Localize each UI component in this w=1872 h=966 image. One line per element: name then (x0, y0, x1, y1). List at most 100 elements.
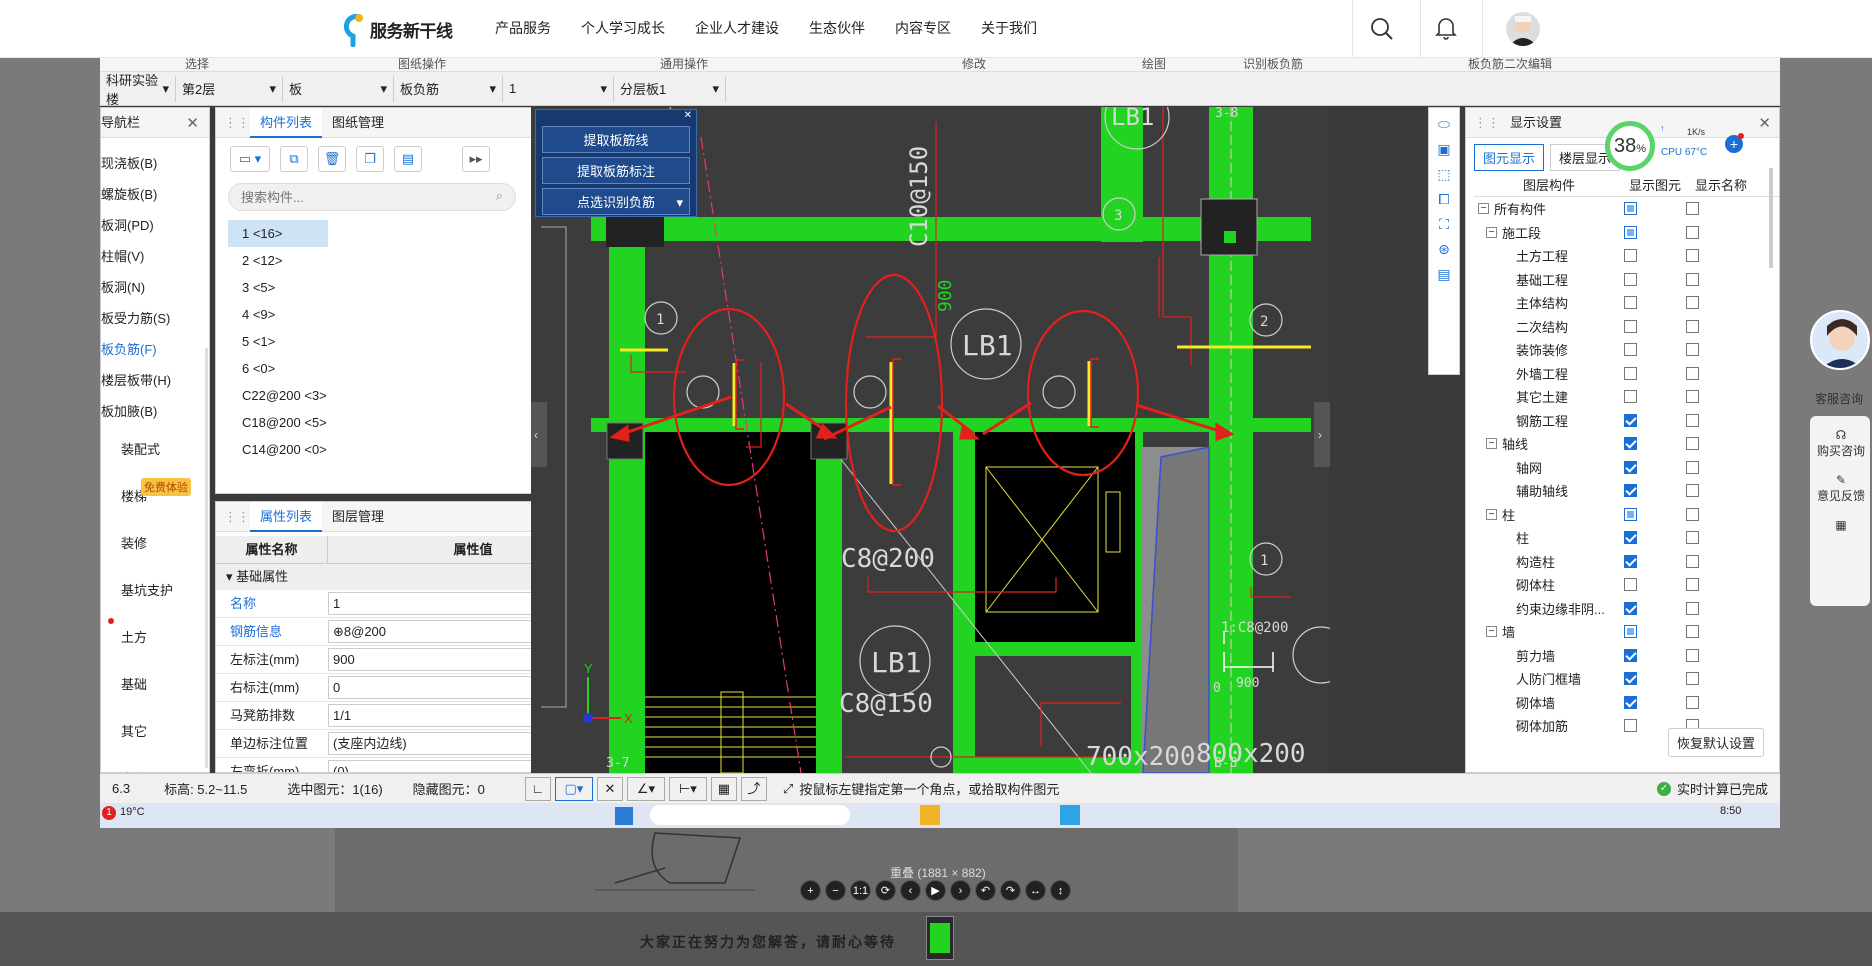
element-select[interactable]: 1 ▾ (503, 75, 614, 102)
bell-icon[interactable] (1434, 15, 1458, 44)
view-2d-icon[interactable]: ▣ (1437, 141, 1450, 158)
view-3d-icon[interactable]: ⬚ (1437, 166, 1450, 183)
show-name-checkbox[interactable] (1686, 272, 1699, 286)
purchase-consult-button[interactable]: ☊ 购买咨询 (1810, 428, 1872, 459)
avatar[interactable] (1506, 12, 1540, 46)
cad-canvas[interactable]: 1 2 1 3 LB1 LB1 LB1 C8@200 C8@150 700x20… (531, 107, 1330, 773)
component-item[interactable]: 5 <1> (228, 328, 528, 355)
show-element-checkbox[interactable] (1624, 343, 1637, 357)
qrcode-icon[interactable]: ▦ (1810, 518, 1872, 532)
category-decoration[interactable]: 装修 (121, 520, 201, 567)
show-name-checkbox[interactable] (1686, 319, 1699, 333)
show-name-checkbox[interactable] (1686, 249, 1699, 263)
nav-item-spiral-slab[interactable]: 螺旋板(B) (101, 179, 209, 210)
show-element-checkbox[interactable] (1624, 672, 1637, 686)
pick-identify-negative-rebar-button[interactable]: 点选识别负筋 ▾ (542, 188, 690, 215)
show-element-checkbox[interactable] (1624, 413, 1637, 427)
tab-drawing-manage[interactable]: 图纸管理 (322, 108, 394, 138)
feedback-button[interactable]: ✎ 意见反馈 (1810, 473, 1872, 504)
reset-icon[interactable]: ⟳ (875, 880, 896, 901)
ribbon-group[interactable]: 板负筋二次编辑 (1468, 58, 1552, 72)
rotate-left-icon[interactable]: ↶ (975, 880, 996, 901)
show-element-checkbox[interactable] (1624, 272, 1637, 286)
search-icon[interactable]: ⌕ (496, 188, 503, 204)
search-input[interactable] (229, 184, 469, 210)
filter-icon[interactable]: ▤ (394, 146, 422, 172)
component-item[interactable]: C18@200 <5> (228, 409, 528, 436)
element-type-select[interactable]: 板负筋 ▾ (394, 75, 503, 102)
nav-item[interactable]: 内容专区 (895, 18, 951, 38)
nav-item[interactable]: 个人学习成长 (581, 18, 665, 38)
scrollbar[interactable] (1769, 168, 1773, 268)
show-element-checkbox[interactable] (1624, 319, 1637, 333)
show-element-checkbox[interactable] (1624, 554, 1637, 568)
nav-item[interactable]: 生态伙伴 (809, 18, 865, 38)
zoom-out-icon[interactable]: − (825, 880, 846, 901)
component-item[interactable]: 1 <16> (228, 220, 328, 247)
show-name-checkbox[interactable] (1686, 413, 1699, 427)
flip-vertical-icon[interactable]: ↕ (1050, 880, 1071, 901)
close-icon[interactable]: ✕ (186, 114, 199, 132)
category-prefab[interactable]: 装配式 (121, 426, 201, 473)
customer-service-label[interactable]: 客服咨询 (1808, 390, 1870, 407)
show-name-checkbox[interactable] (1686, 343, 1699, 357)
ribbon-group[interactable]: 选择 (185, 58, 209, 72)
tab-property-list[interactable]: 属性列表 (250, 502, 323, 532)
show-name-checkbox[interactable] (1686, 225, 1699, 239)
scrollbar[interactable] (205, 348, 208, 768)
nav-item-slab-band[interactable]: 楼层板带(H) (101, 365, 209, 396)
show-name-checkbox[interactable] (1686, 578, 1699, 592)
show-element-checkbox[interactable] (1624, 507, 1637, 521)
show-name-checkbox[interactable] (1686, 695, 1699, 709)
category-pit-support[interactable]: 基坑支护 (121, 567, 201, 614)
show-element-checkbox[interactable] (1624, 366, 1637, 380)
layer-copy-icon[interactable]: ❐ (356, 146, 384, 172)
view-list-icon[interactable]: ▤ (1437, 266, 1450, 283)
extract-rebar-lines-button[interactable]: 提取板筋线 (542, 126, 690, 153)
drag-handle-icon[interactable]: ⋮⋮ (1474, 115, 1500, 131)
delete-icon[interactable]: 🗑 (318, 146, 346, 172)
show-name-checkbox[interactable] (1686, 531, 1699, 545)
reset-defaults-button[interactable]: 恢复默认设置 (1668, 728, 1765, 757)
nav-item[interactable]: 关于我们 (981, 18, 1037, 38)
show-name-checkbox[interactable] (1686, 460, 1699, 474)
show-element-checkbox[interactable] (1624, 625, 1637, 639)
collapse-toggle-icon[interactable]: − (1486, 626, 1497, 638)
component-item[interactable]: C22@200 <3> (228, 382, 528, 409)
nav-item[interactable]: 企业人才建设 (695, 18, 779, 38)
tab-component-list[interactable]: 构件列表 (250, 107, 323, 138)
show-name-checkbox[interactable] (1686, 296, 1699, 310)
component-search[interactable]: ⌕ (228, 183, 516, 211)
select-box-icon[interactable]: ▢▾ (554, 776, 593, 801)
cross-icon[interactable]: ✕ (596, 776, 623, 801)
category-custom[interactable]: 自定义 (121, 755, 201, 772)
nav-item-slab-opening[interactable]: 板洞(PD) (101, 210, 209, 241)
site-logo[interactable]: 服务新干线 (340, 10, 453, 48)
project-select[interactable]: 科研实验楼 ▾ (100, 73, 176, 107)
show-element-checkbox[interactable] (1624, 249, 1637, 263)
show-element-checkbox[interactable] (1624, 460, 1637, 474)
ortho-icon[interactable]: ∟ (524, 776, 551, 801)
chevron-down-icon[interactable]: ▾ (676, 189, 683, 216)
show-element-checkbox[interactable] (1624, 531, 1637, 545)
show-name-checkbox[interactable] (1686, 484, 1699, 498)
floor-select[interactable]: 第2层 ▾ (176, 75, 283, 102)
ribbon-group[interactable]: 修改 (962, 58, 986, 72)
nav-item-slab-haunch[interactable]: 板加腋(B) (101, 396, 209, 427)
show-name-checkbox[interactable] (1686, 390, 1699, 404)
fit-view-icon[interactable]: ⛶ (1439, 216, 1449, 233)
close-icon[interactable]: ✕ (1758, 114, 1771, 132)
view-orbit-icon[interactable]: ⊛ (1438, 241, 1450, 258)
close-icon[interactable]: ✕ (536, 110, 696, 122)
nav-item-slab[interactable]: 现浇板(B) (101, 148, 209, 179)
nav-item-slab-rebar[interactable]: 板受力筋(S) (101, 303, 209, 334)
more-icon[interactable]: ▸▸ (462, 146, 490, 172)
show-element-checkbox[interactable] (1624, 390, 1637, 404)
next-icon[interactable]: › (950, 880, 971, 901)
show-element-checkbox[interactable] (1624, 296, 1637, 310)
component-item[interactable]: C14@200 <0> (228, 436, 528, 463)
search-icon[interactable] (1370, 17, 1394, 44)
collapse-toggle-icon[interactable]: − (1478, 203, 1489, 215)
layer-icon[interactable]: ▦ (710, 776, 737, 801)
show-element-checkbox[interactable] (1624, 484, 1637, 498)
